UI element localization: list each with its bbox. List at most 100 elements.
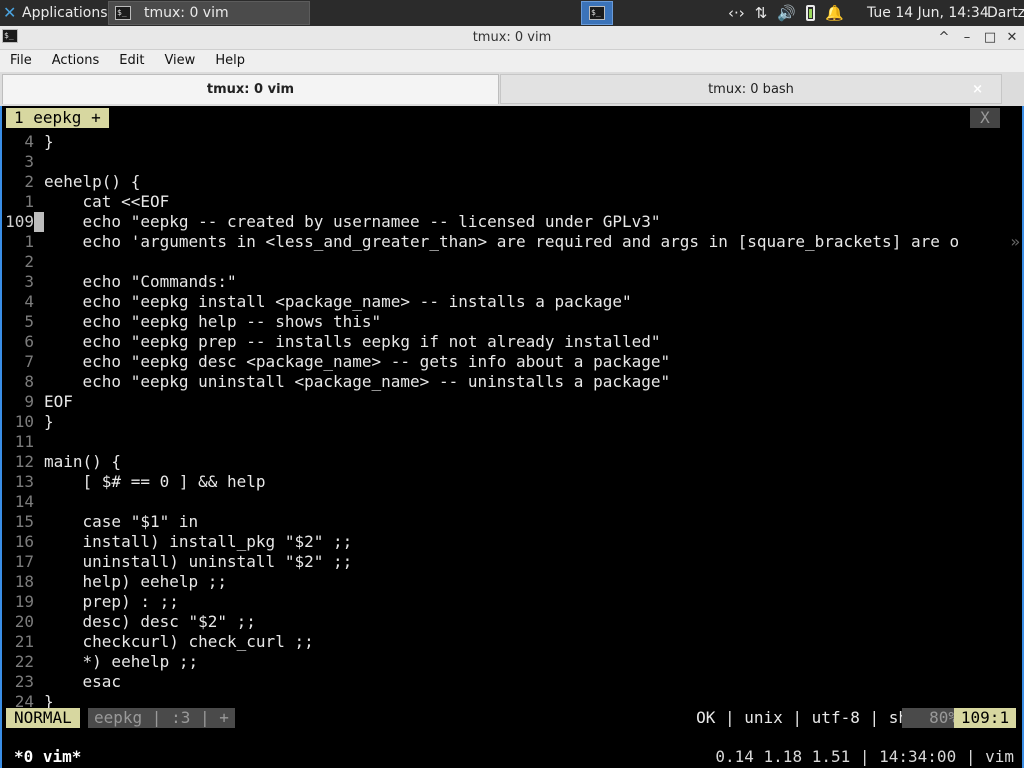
code-line[interactable]: 22 *) eehelp ;; xyxy=(4,652,1020,672)
line-text: esac xyxy=(44,672,122,691)
line-text: case "$1" in xyxy=(44,512,199,531)
menu-view[interactable]: View xyxy=(154,50,205,72)
vim-buffer-tab[interactable]: 1 eepkg + xyxy=(6,108,109,128)
line-text: echo "eepkg help -- shows this" xyxy=(44,312,382,331)
menu-help[interactable]: Help xyxy=(205,50,255,72)
gutter xyxy=(34,592,44,612)
line-text: echo 'arguments in <less_and_greater_tha… xyxy=(44,232,960,251)
line-number: 109 xyxy=(5,212,34,231)
line-text: } xyxy=(44,412,54,431)
line-text: echo "eepkg -- created by usernamee -- l… xyxy=(44,212,661,231)
vim-close-tab[interactable]: X xyxy=(970,108,1000,128)
code-line[interactable]: 16 install) install_pkg "$2" ;; xyxy=(4,532,1020,552)
gutter xyxy=(34,552,44,572)
line-number: 12 xyxy=(14,452,34,471)
terminal-view[interactable]: 1 eepkg + X 4} 3 2 eehelp() {1 cat <<EOF 109… xyxy=(0,106,1024,768)
gutter xyxy=(34,312,44,332)
code-line[interactable]: 1 cat <<EOF xyxy=(4,192,1020,212)
code-line[interactable]: 5 echo "eepkg help -- shows this" xyxy=(4,312,1020,332)
vim-cursor-position: 109:1 xyxy=(954,708,1016,728)
line-text: desc) desc "$2" ;; xyxy=(44,612,256,631)
menu-actions[interactable]: Actions xyxy=(42,50,110,72)
gutter xyxy=(34,492,44,512)
menubar: File Actions Edit View Help xyxy=(0,50,1024,72)
tmux-statusbar: *0 vim* 0.14 1.18 1.51 | 14:34:00 | vim xyxy=(4,747,1020,767)
gutter xyxy=(34,272,44,292)
tab-tmux-bash[interactable]: tmux: 0 bash × xyxy=(500,74,1002,104)
gutter xyxy=(34,532,44,552)
terminal-icon: $_ xyxy=(589,6,605,20)
menu-edit[interactable]: Edit xyxy=(109,50,154,72)
gutter xyxy=(34,172,44,192)
shade-button[interactable]: ^ xyxy=(934,26,954,50)
battery-icon[interactable] xyxy=(806,5,816,21)
gutter xyxy=(34,512,44,532)
line-text: echo "Commands:" xyxy=(44,272,237,291)
tab-tmux-vim[interactable]: tmux: 0 vim xyxy=(2,74,499,104)
gutter xyxy=(34,612,44,632)
line-number: 1 xyxy=(24,232,34,251)
line-text: echo "eepkg prep -- installs eepkg if no… xyxy=(44,332,661,351)
volume-icon[interactable]: 🔊 xyxy=(777,4,796,22)
line-text xyxy=(44,492,1020,512)
line-text: install) install_pkg "$2" ;; xyxy=(44,532,353,551)
code-line[interactable]: 19 prep) : ;; xyxy=(4,592,1020,612)
line-number: 5 xyxy=(24,312,34,331)
gutter xyxy=(34,352,44,372)
line-number: 10 xyxy=(14,412,34,431)
code-line[interactable]: 21 checkcurl) check_curl ;; xyxy=(4,632,1020,652)
line-text: } xyxy=(44,132,54,151)
code-line[interactable]: 2 eehelp() { xyxy=(4,172,1020,192)
transfer-arrows-icon[interactable]: ⇅ xyxy=(755,4,768,22)
code-line[interactable]: 3 xyxy=(4,152,1020,172)
code-line[interactable]: 1 echo 'arguments in <less_and_greater_t… xyxy=(4,232,1020,252)
code-line[interactable]: 4 echo "eepkg install <package_name> -- … xyxy=(4,292,1020,312)
gutter xyxy=(34,152,44,172)
maximize-button[interactable]: □ xyxy=(980,26,1000,50)
line-number: 14 xyxy=(14,492,34,511)
code-line[interactable]: 3 echo "Commands:" xyxy=(4,272,1020,292)
code-line[interactable]: 11 xyxy=(4,432,1020,452)
applications-label: Applications xyxy=(22,5,108,21)
window-titlebar[interactable]: $_ tmux: 0 vim ^ – □ ✕ xyxy=(0,26,1024,50)
line-number: 21 xyxy=(14,632,34,651)
code-line[interactable]: 18 help) eehelp ;; xyxy=(4,572,1020,592)
code-line[interactable]: 10} xyxy=(4,412,1020,432)
taskbar-button-terminal[interactable]: $_ tmux: 0 vim xyxy=(108,1,310,25)
code-line[interactable]: 14 xyxy=(4,492,1020,512)
code-line[interactable]: 2 xyxy=(4,252,1020,272)
minimize-button[interactable]: – xyxy=(957,26,977,50)
line-text: EOF xyxy=(44,392,73,411)
code-line[interactable]: 20 desc) desc "$2" ;; xyxy=(4,612,1020,632)
line-number: 4 xyxy=(24,132,34,151)
code-line[interactable]: 109 echo "eepkg -- created by usernamee … xyxy=(4,212,1020,232)
notification-bell-icon[interactable]: 🔔 xyxy=(825,4,844,22)
code-line[interactable]: 9 EOF xyxy=(4,392,1020,412)
code-line[interactable]: 8 echo "eepkg uninstall <package_name> -… xyxy=(4,372,1020,392)
gutter xyxy=(34,632,44,652)
code-line[interactable]: 23 esac xyxy=(4,672,1020,692)
code-line[interactable]: 15 case "$1" in xyxy=(4,512,1020,532)
network-icon[interactable]: ‹·› xyxy=(728,4,745,22)
clock[interactable]: Tue 14 Jun, 14:34 xyxy=(867,0,989,26)
code-line[interactable]: 7 echo "eepkg desc <package_name> -- get… xyxy=(4,352,1020,372)
code-line[interactable]: 13 [ $# == 0 ] && help xyxy=(4,472,1020,492)
menu-file[interactable]: File xyxy=(0,50,42,72)
code-line[interactable]: 6 echo "eepkg prep -- installs eepkg if … xyxy=(4,332,1020,352)
line-text xyxy=(44,432,1020,452)
gutter xyxy=(34,652,44,672)
tab-close-icon[interactable]: × xyxy=(972,75,983,105)
user-menu[interactable]: Dartz xyxy=(987,0,1024,26)
tmux-window[interactable]: *0 vim* xyxy=(14,747,81,767)
vim-editor[interactable]: 4} 3 2 eehelp() {1 cat <<EOF 109 echo "eepkg… xyxy=(4,132,1020,712)
workspace-switcher[interactable]: $_ xyxy=(581,1,613,25)
line-number: 2 xyxy=(24,252,34,271)
code-line[interactable]: 4} xyxy=(4,132,1020,152)
code-line[interactable]: 17 uninstall) uninstall "$2" ;; xyxy=(4,552,1020,572)
close-button[interactable]: ✕ xyxy=(1002,26,1022,50)
top-panel: ✕ Applications $_ tmux: 0 vim $_ ‹·› ⇅ 🔊… xyxy=(0,0,1024,26)
applications-menu[interactable]: ✕ Applications xyxy=(0,0,108,26)
code-line[interactable]: 12 main() { xyxy=(4,452,1020,472)
line-text: [ $# == 0 ] && help xyxy=(44,472,266,491)
gutter xyxy=(34,472,44,492)
